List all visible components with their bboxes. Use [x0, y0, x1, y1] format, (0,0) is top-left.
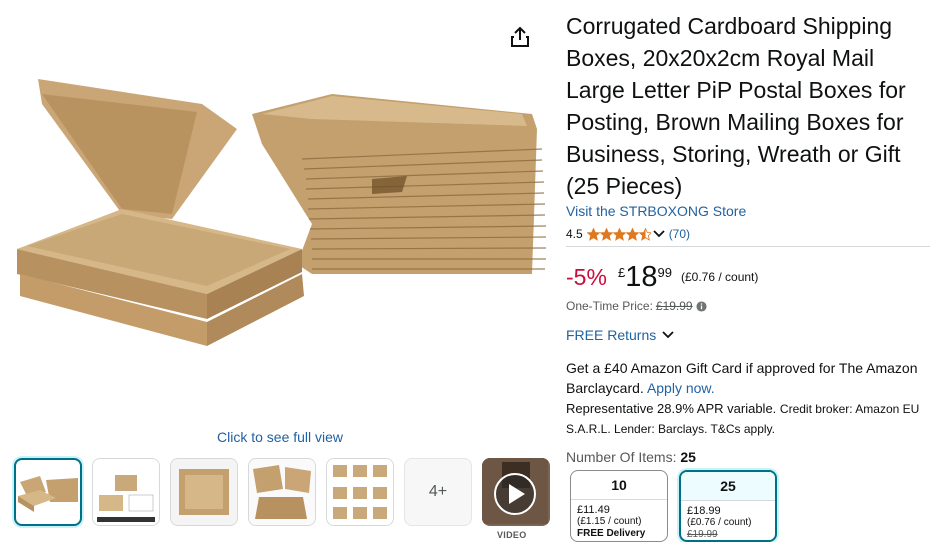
- thumbnail-4[interactable]: [248, 458, 316, 526]
- divider: [566, 246, 930, 247]
- product-title: Corrugated Cardboard Shipping Boxes, 20x…: [566, 13, 906, 199]
- option-unit-price: (£0.76 / count): [687, 517, 752, 528]
- more-thumbnails-count: 4+: [428, 483, 448, 500]
- chevron-down-icon: [662, 331, 674, 339]
- free-returns-link[interactable]: FREE Returns: [566, 327, 674, 343]
- apr-text: Representative 28.9% APR variable.: [566, 401, 777, 416]
- free-returns-label: FREE Returns: [566, 327, 657, 343]
- variation-selected-value: 25: [680, 449, 696, 465]
- variation-label: Number Of Items: 25: [566, 449, 696, 465]
- full-view-link[interactable]: Click to see full view: [217, 429, 343, 445]
- variation-option-10[interactable]: 10 £11.49 (£1.15 / count) FREE Delivery: [570, 470, 668, 542]
- option-price: £18.99: [687, 505, 721, 517]
- share-icon[interactable]: [509, 25, 531, 49]
- option-count: 25: [681, 472, 775, 501]
- price-whole: 18: [625, 261, 658, 293]
- gift-card-promo: Get a £40 Amazon Gift Card if approved f…: [566, 358, 936, 398]
- info-icon[interactable]: [696, 300, 707, 312]
- option-price: £11.49: [577, 504, 610, 516]
- thumbnail-2[interactable]: [92, 458, 160, 526]
- thumbnail-3[interactable]: [170, 458, 238, 526]
- one-time-price: One-Time Price: £19.99: [566, 299, 707, 313]
- rating-row[interactable]: 4.5 (70): [566, 226, 690, 242]
- one-time-price-label: One-Time Price:: [566, 299, 653, 313]
- main-product-image[interactable]: [12, 74, 552, 364]
- rating-value: 4.5: [566, 227, 583, 241]
- apply-now-link[interactable]: Apply now.: [647, 380, 715, 396]
- variation-option-25[interactable]: 25 £18.99 (£0.76 / count) £19.99: [679, 470, 777, 542]
- chevron-down-icon[interactable]: [653, 230, 665, 238]
- list-price-strike: £19.99: [655, 299, 693, 313]
- discount-percent: -5%: [566, 264, 607, 290]
- option-unit-price: (£1.15 / count): [577, 516, 642, 527]
- price-currency: £: [618, 265, 626, 280]
- thumbnail-5[interactable]: [326, 458, 394, 526]
- option-strike-price: £19.99: [687, 529, 718, 540]
- unit-price: (£0.76 / count): [681, 270, 759, 284]
- star-icon: [586, 227, 651, 241]
- option-count: 10: [571, 471, 667, 500]
- flat-box-stack: [252, 94, 547, 274]
- rating-count-link[interactable]: (70): [669, 227, 690, 241]
- variation-label-text: Number Of Items:: [566, 449, 677, 465]
- apr-info: Representative 28.9% APR variable. Credi…: [566, 399, 936, 439]
- video-thumbnail[interactable]: [482, 458, 550, 526]
- thumbnail-1[interactable]: [14, 458, 82, 526]
- store-link[interactable]: Visit the STRBOXONG Store: [566, 203, 746, 219]
- more-thumbnails-button[interactable]: 4+: [404, 458, 472, 526]
- option-delivery: FREE Delivery: [577, 528, 646, 539]
- gift-card-text: Get a £40 Amazon Gift Card if approved f…: [566, 360, 918, 396]
- star-rating[interactable]: [586, 227, 651, 241]
- price-fraction: 99: [657, 265, 672, 280]
- play-icon: [494, 473, 536, 515]
- price: £ 18 99: [618, 262, 672, 292]
